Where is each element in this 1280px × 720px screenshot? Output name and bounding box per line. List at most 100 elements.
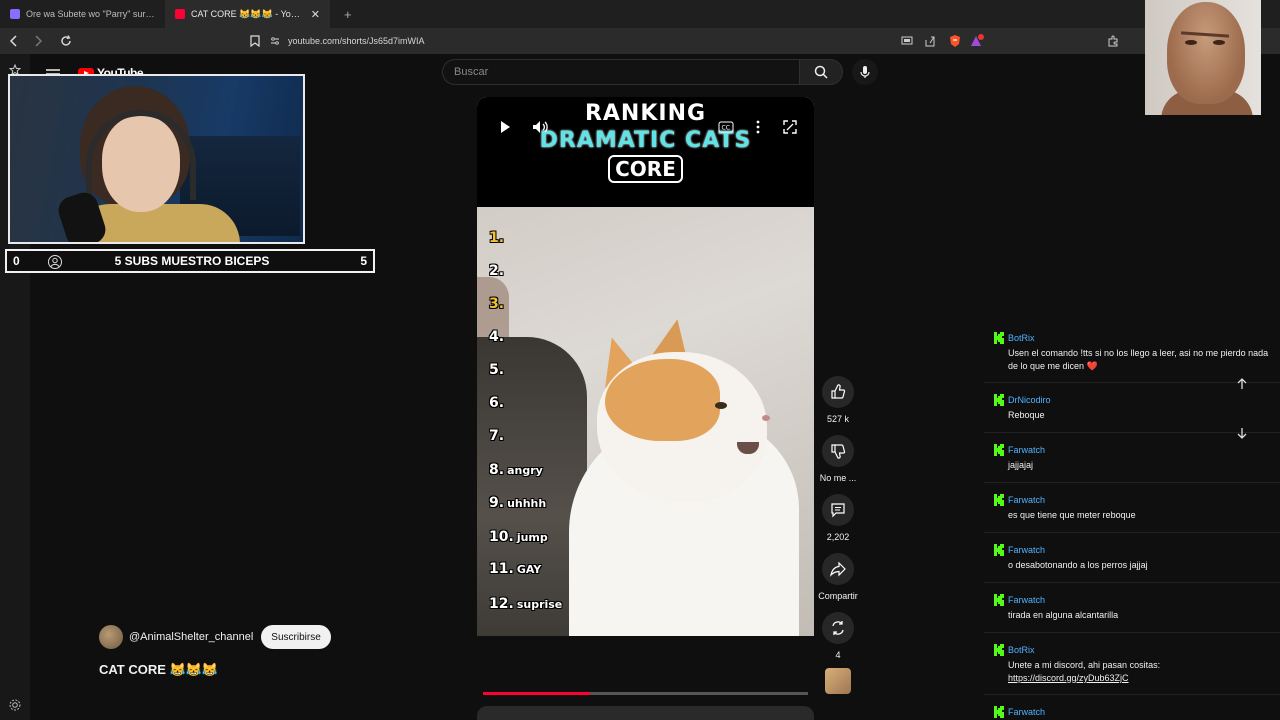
search-input[interactable]: Buscar [442, 59, 799, 85]
rank-number: 11. [489, 561, 514, 577]
cat-nose [762, 415, 770, 421]
puzzle-icon [1108, 35, 1118, 47]
chat-username[interactable]: BotRix [1008, 645, 1035, 655]
kick-badge-icon [994, 394, 1004, 406]
scroll-down-button[interactable] [1232, 423, 1252, 443]
rank-item: 10. jump [489, 529, 548, 545]
comments-circle[interactable] [822, 494, 854, 526]
search-icon [814, 65, 828, 79]
rank-number: 10. [489, 529, 514, 545]
like-circle[interactable] [822, 376, 854, 408]
chat-username[interactable]: Farwatch [1008, 545, 1045, 555]
bookmark-icon [250, 35, 260, 47]
fullscreen-icon [783, 120, 797, 134]
back-button[interactable] [4, 31, 24, 51]
reaction-cam-head [1167, 2, 1245, 104]
remix-icon [832, 621, 844, 635]
sound-thumbnail[interactable] [825, 668, 851, 694]
like-count: 527 k [826, 414, 850, 424]
video-progress-bar[interactable] [483, 692, 808, 695]
share-page-button[interactable] [923, 32, 937, 50]
brave-shields-button[interactable] [947, 32, 963, 50]
kick-badge-icon [994, 706, 1004, 718]
rank-number: 2. [489, 263, 505, 279]
browser-tab-bar: Ore wa Subete wo "Parry" suru: Gyak CAT … [0, 0, 1280, 28]
channel-avatar[interactable] [99, 625, 123, 649]
rank-item: 5. [489, 362, 507, 378]
chat-username[interactable]: Farwatch [1008, 445, 1045, 455]
rewards-triangle-icon [971, 34, 984, 46]
extensions-button[interactable] [1106, 32, 1120, 50]
channel-row: @AnimalShelter_channel Suscribirse [99, 625, 331, 649]
comments-button[interactable]: 2,202 [815, 494, 861, 542]
forward-button[interactable] [28, 31, 48, 51]
share-arrow-icon [830, 561, 846, 577]
remix-button[interactable]: 4 [815, 612, 861, 660]
chat-username[interactable]: Farwatch [1008, 495, 1045, 505]
thumbs-down-icon [831, 444, 846, 459]
rank-item: 12. suprise [489, 596, 562, 612]
channel-name[interactable]: @AnimalShelter_channel [129, 631, 253, 643]
screen: Ore wa Subete wo "Parry" suru: Gyak CAT … [0, 0, 1280, 720]
chat-username[interactable]: BotRix [1008, 333, 1035, 343]
more-options-button[interactable] [746, 115, 770, 139]
bookmark-button[interactable] [248, 32, 262, 50]
play-button[interactable] [493, 115, 517, 139]
share-button[interactable]: Compartir [815, 553, 861, 601]
settings-gear-icon[interactable] [8, 698, 22, 712]
thumbs-up-icon [831, 384, 846, 399]
fullscreen-button[interactable] [778, 115, 802, 139]
like-button[interactable]: 527 k [815, 376, 861, 424]
share-circle[interactable] [822, 553, 854, 585]
scroll-up-button[interactable] [1232, 374, 1252, 394]
new-tab-button[interactable]: + [330, 7, 366, 22]
dislike-button[interactable]: No me ... [815, 435, 861, 483]
chat-text: jajjajaj [1008, 459, 1270, 472]
forward-arrow-icon [35, 35, 43, 47]
address-bar[interactable]: youtube.com/shorts/Js65d7imWIA [270, 31, 1130, 51]
chat-message-text: Unete a mi discord, ahi pasan cositas: [1008, 660, 1161, 670]
search-button[interactable] [799, 59, 843, 85]
rank-number: 9. [489, 495, 505, 511]
rank-label: uhhhh [507, 497, 547, 510]
volume-icon [533, 121, 548, 133]
site-settings-icon[interactable] [270, 36, 280, 46]
goal-label: 5 SUBS MUESTRO BICEPS [114, 254, 270, 268]
browser-tab-active[interactable]: CAT CORE 😹😹😹 - YouTube ✕ [165, 0, 330, 28]
rank-label: suprise [516, 598, 563, 611]
rank-number: 4. [489, 329, 505, 345]
browser-tab[interactable]: Ore wa Subete wo "Parry" suru: Gyak [0, 0, 165, 28]
remix-circle[interactable] [822, 612, 854, 644]
rank-number: 7. [489, 428, 505, 444]
dislike-circle[interactable] [822, 435, 854, 467]
kick-badge-icon [994, 444, 1004, 456]
captions-icon: CC [718, 121, 734, 133]
cat-eye [715, 402, 727, 409]
streamer-webcam [8, 74, 305, 244]
captions-button[interactable]: CC [714, 115, 738, 139]
chat-username[interactable]: DrNicodiro [1008, 395, 1051, 405]
subscribe-button[interactable]: Suscribirse [261, 625, 331, 649]
chat-divider [984, 582, 1280, 583]
rank-item: 2. [489, 263, 507, 279]
arrow-up-icon [1237, 378, 1247, 389]
voice-search-button[interactable] [852, 59, 878, 85]
chat-text: Reboque [1008, 409, 1270, 422]
chat-text: o desabotonando a los perros jajjaj [1008, 559, 1270, 572]
youtube-favicon-icon [175, 9, 185, 19]
reload-button[interactable] [56, 31, 76, 51]
chat-text: Unete a mi discord, ahi pasan cositas: ht… [1008, 659, 1270, 685]
more-vertical-icon [756, 120, 760, 134]
rank-item: 8. angry [489, 462, 543, 478]
volume-button[interactable] [529, 115, 553, 139]
microphone-icon [860, 66, 870, 78]
brave-rewards-button[interactable] [968, 32, 986, 50]
next-short-preview[interactable] [477, 706, 814, 720]
chat-message-text: o desabotonando a los perros jajjaj [1008, 560, 1148, 570]
chat-username[interactable]: Farwatch [1008, 707, 1045, 717]
close-tab-icon[interactable]: ✕ [311, 8, 320, 21]
chat-link[interactable]: https://discord.gg/zyDub63ZjC [1008, 673, 1129, 683]
chat-username[interactable]: Farwatch [1008, 595, 1045, 605]
short-video-player[interactable]: RANKING DRAMATIC CATS CORE CC 1. 2. 3. 4. 5.… [477, 97, 814, 636]
cast-button[interactable] [900, 32, 914, 50]
